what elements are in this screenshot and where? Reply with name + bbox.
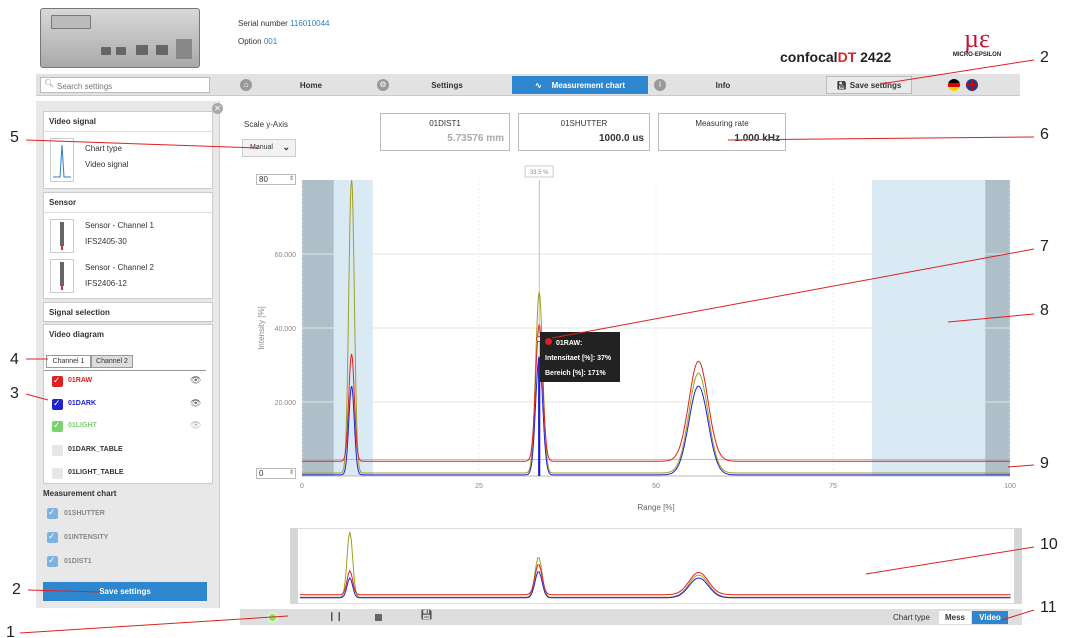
callout-1: 1 [6,624,15,638]
callout-10: 10 [1040,536,1058,553]
callout-6: 6 [1040,126,1049,143]
callout-9: 9 [1040,455,1049,472]
callout-4: 4 [10,351,19,368]
callout-3: 3 [10,385,19,402]
callout-11: 11 [1040,599,1057,616]
callout-2: 2 [12,581,21,598]
callout-lines [19,59,1035,634]
callout-5: 5 [10,129,19,146]
callout-2: 2 [1040,49,1049,66]
callout-7: 7 [1040,238,1049,255]
callout-8: 8 [1040,302,1049,319]
